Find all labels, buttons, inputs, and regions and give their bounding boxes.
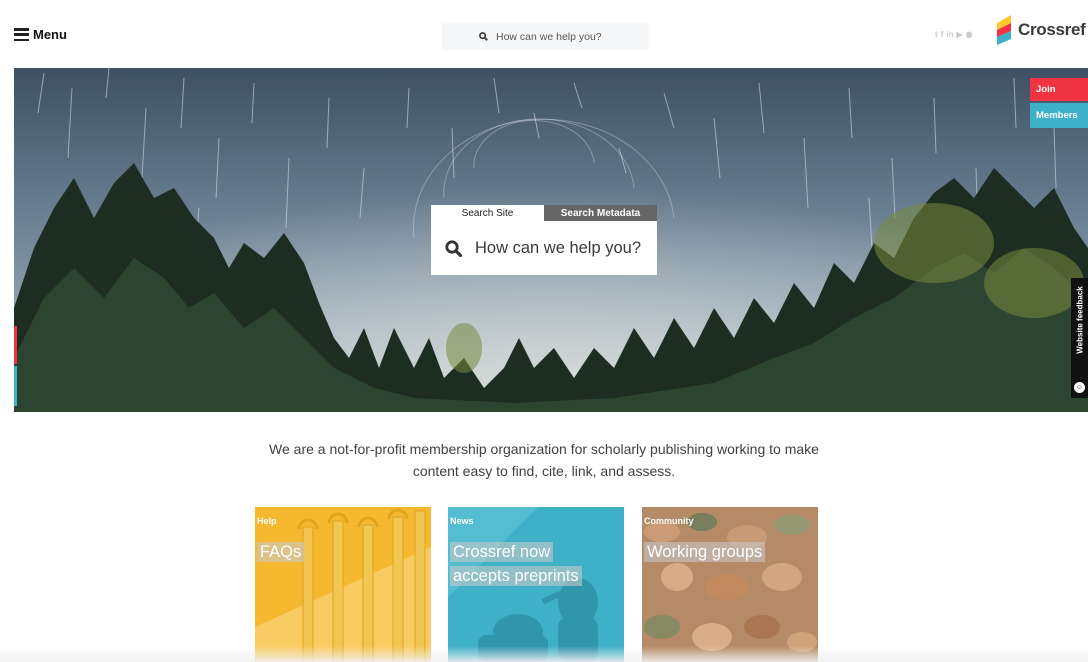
hero-search-input[interactable] (475, 238, 650, 258)
community-pattern-image (642, 507, 818, 662)
side-accent-red (14, 326, 17, 364)
tab-search-metadata[interactable]: Search Metadata (544, 205, 657, 221)
hero-search-box: Search Site Search Metadata (431, 205, 657, 275)
social-links: t f in ▶ ◉ (935, 30, 973, 39)
wrenches-image (255, 507, 431, 662)
mission-statement: We are a not-for-profit membership organ… (269, 441, 819, 479)
card-category: Help (257, 516, 277, 526)
website-feedback-tab[interactable]: Website feedback ☺ (1071, 278, 1088, 398)
side-accent-blue (14, 366, 17, 406)
feedback-icon: ☺ (1074, 382, 1085, 393)
crossref-logo[interactable]: Crossref (995, 15, 1086, 45)
facebook-icon[interactable]: f (941, 30, 944, 39)
rss-icon[interactable]: ◉ (966, 30, 973, 39)
twitter-icon[interactable]: t (935, 30, 938, 39)
card-working-groups[interactable]: Community Working groups (642, 507, 818, 662)
website-feedback-label: Website feedback (1075, 286, 1084, 354)
search-icon (479, 32, 488, 41)
card-title: FAQs (257, 540, 305, 564)
tab-search-site[interactable]: Search Site (431, 205, 544, 221)
bottom-fade (0, 646, 1088, 662)
youtube-icon[interactable]: ▶ (956, 30, 962, 39)
card-category: Community (644, 516, 694, 526)
join-button[interactable]: Join (1030, 78, 1088, 101)
card-faqs[interactable]: Help FAQs (255, 507, 431, 662)
card-category: News (450, 516, 474, 526)
search-icon (445, 239, 462, 257)
hero-search-field[interactable] (431, 221, 657, 275)
card-news-preprints[interactable]: News Crossref now accepts preprints (448, 507, 624, 662)
site-header: Menu t f in ▶ ◉ Crossref (0, 0, 1088, 68)
logo-text: Crossref (1018, 20, 1086, 39)
header-search[interactable] (442, 23, 649, 50)
card-title: Working groups (644, 540, 766, 564)
crossref-logo-icon (997, 15, 1011, 45)
hamburger-icon (14, 28, 29, 41)
card-title: Crossref now accepts preprints (450, 540, 582, 588)
menu-button[interactable]: Menu (14, 27, 67, 42)
search-tabs: Search Site Search Metadata (431, 205, 657, 221)
header-search-input[interactable] (496, 30, 636, 43)
linkedin-icon[interactable]: in (946, 30, 953, 39)
menu-label: Menu (33, 27, 67, 42)
members-button[interactable]: Members (1030, 103, 1088, 128)
